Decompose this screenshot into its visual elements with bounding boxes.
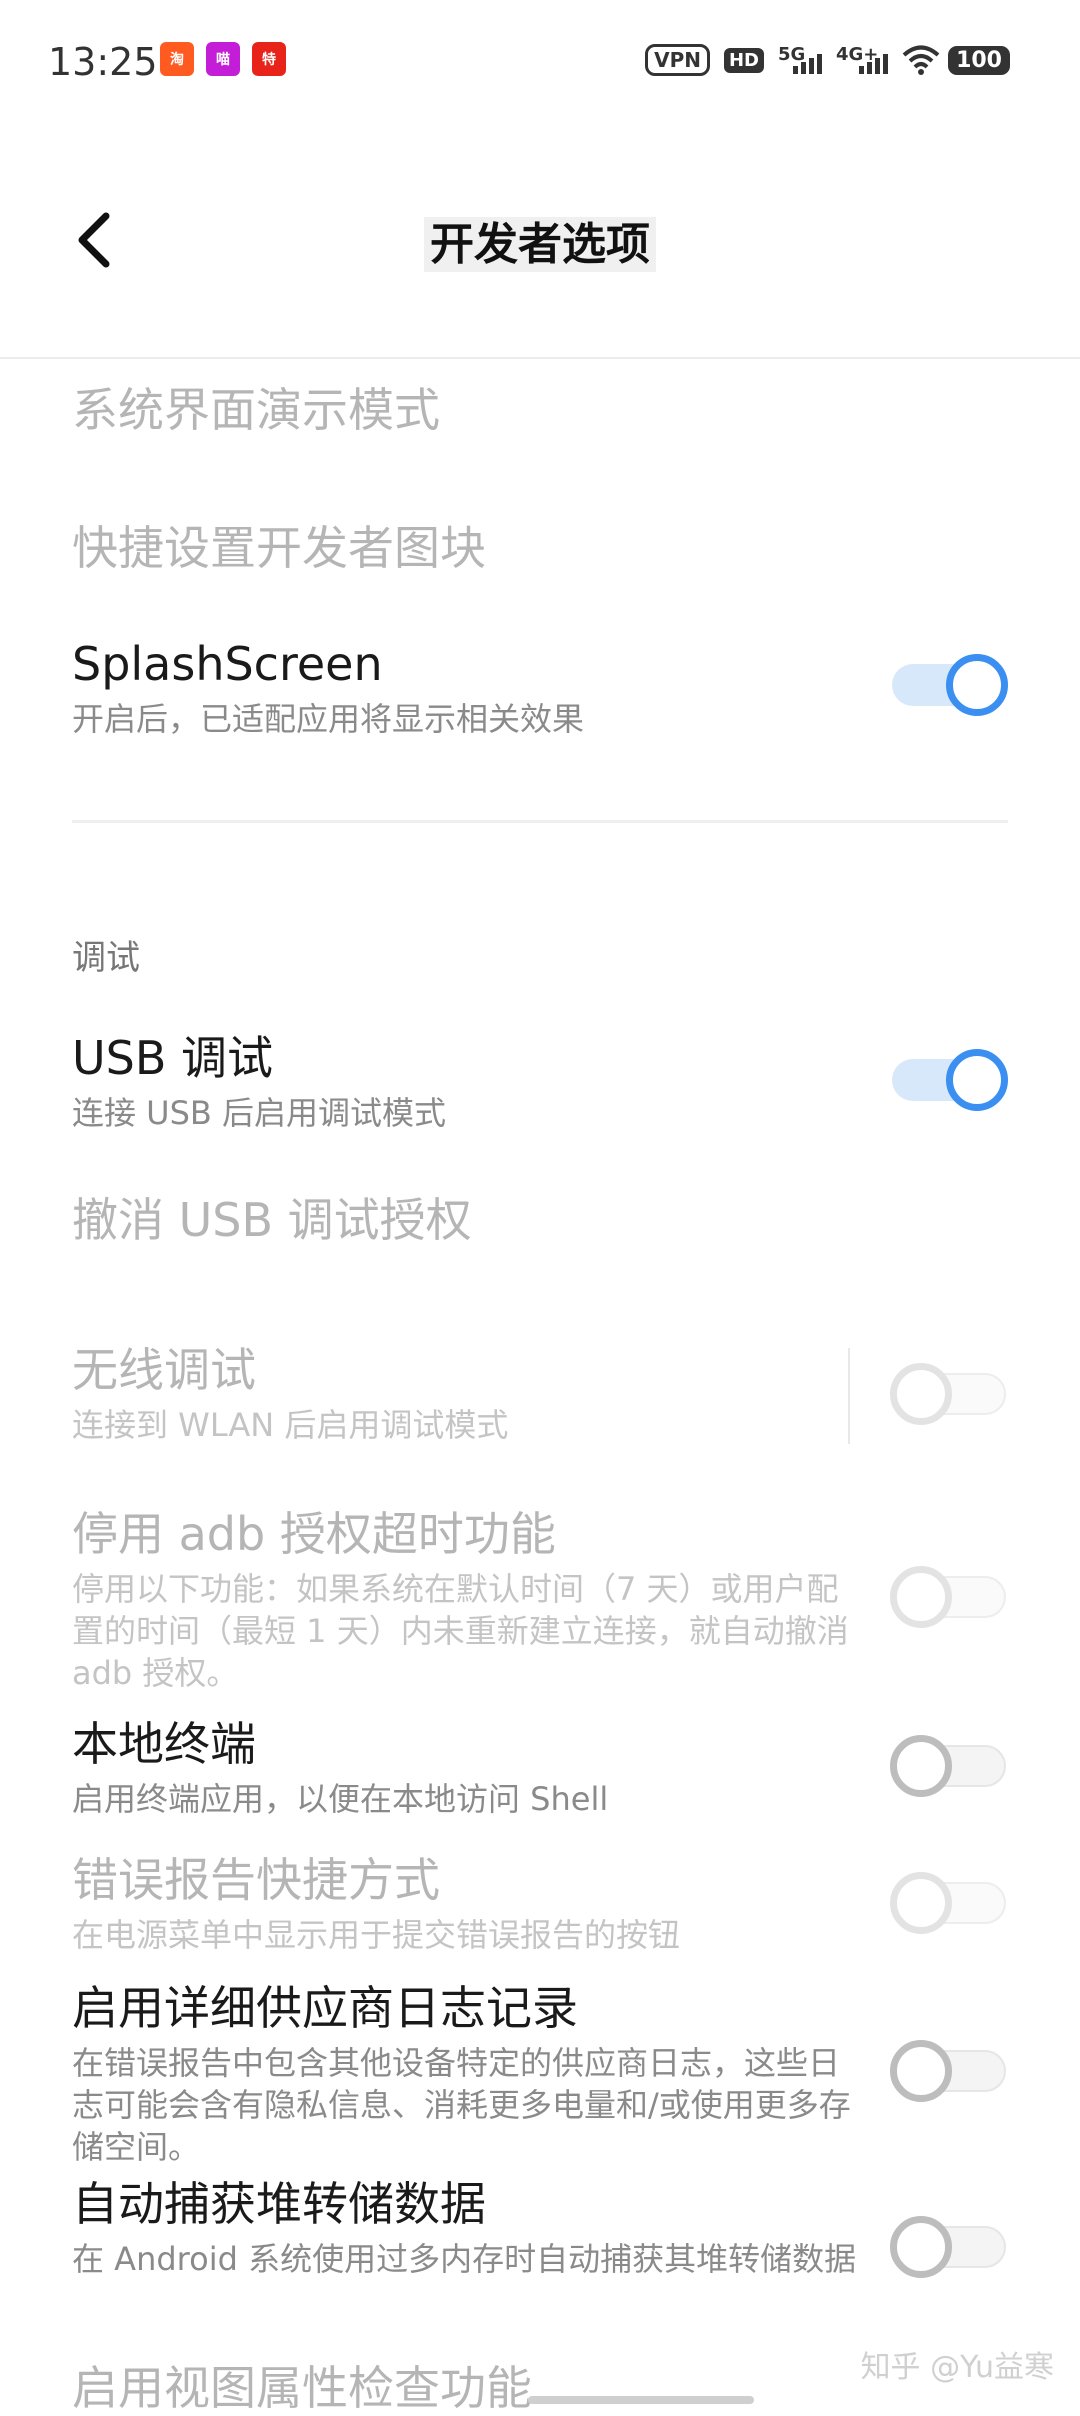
home-indicator[interactable] — [528, 2396, 754, 2404]
setting-subtitle: 在 Android 系统使用过多内存时自动捕获其堆转储数据 — [72, 2240, 857, 2278]
wireless-item-separator — [848, 1348, 850, 1444]
setting-local-terminal[interactable]: 本地终端 启用终端应用，以便在本地访问 Shell — [72, 1716, 862, 1820]
setting-subtitle: 开启后，已适配应用将显示相关效果 — [72, 700, 585, 738]
watermark: 知乎 @Yu益寒 — [860, 2350, 1054, 2385]
setting-disable-adb-timeout[interactable]: 停用 adb 授权超时功能 停用以下功能：如果系统在默认时间（7 天）或用户配置… — [72, 1506, 862, 1694]
usb-debugging-toggle[interactable] — [890, 1049, 1008, 1111]
setting-demo-mode[interactable]: 系统界面演示模式 — [72, 382, 1008, 438]
setting-bug-report-shortcut[interactable]: 错误报告快捷方式 在电源菜单中显示用于提交错误报告的按钮 — [72, 1852, 862, 1956]
setting-title: 错误报告快捷方式 — [72, 1853, 440, 1907]
notification-icons: 淘 喵 特 — [160, 42, 286, 76]
setting-subtitle: 在错误报告中包含其他设备特定的供应商日志，这些日志可能会含有隐私信息、消耗更多电… — [72, 2044, 851, 2166]
bug-report-shortcut-toggle[interactable] — [890, 1872, 1008, 1934]
setting-title: USB 调试 — [72, 1031, 274, 1085]
setting-subtitle: 启用终端应用，以便在本地访问 Shell — [72, 1780, 609, 1818]
setting-wireless-debugging[interactable]: 无线调试 连接到 WLAN 后启用调试模式 — [72, 1342, 852, 1446]
setting-splashscreen[interactable]: SplashScreen 开启后，已适配应用将显示相关效果 — [72, 636, 1008, 740]
section-header-debug: 调试 — [72, 938, 140, 978]
vpn-icon: VPN — [645, 44, 710, 76]
setting-subtitle: 连接 USB 后启用调试模式 — [72, 1094, 447, 1132]
tmall-app-icon: 喵 — [206, 42, 240, 76]
wifi-icon — [902, 45, 940, 75]
setting-subtitle: 连接到 WLAN 后启用调试模式 — [72, 1406, 509, 1444]
battery-icon: 100 — [948, 46, 1010, 75]
app-header: 开发者选项 — [0, 128, 1080, 358]
status-bar: 13:25 淘 喵 特 VPN HD 5G 4G+ 100 — [0, 0, 1080, 128]
setting-revoke-usb-auth[interactable]: 撤消 USB 调试授权 — [72, 1192, 1008, 1248]
status-indicators: VPN HD 5G 4G+ — [645, 44, 940, 76]
disable-adb-timeout-toggle[interactable] — [890, 1566, 1008, 1628]
auto-heap-dump-toggle[interactable] — [890, 2216, 1008, 2278]
setting-title: 快捷设置开发者图块 — [72, 521, 486, 575]
signal-4g-icon: 4G+ — [836, 44, 888, 76]
local-terminal-toggle[interactable] — [890, 1735, 1008, 1797]
setting-title: 停用 adb 授权超时功能 — [72, 1507, 556, 1561]
setting-subtitle: 停用以下功能：如果系统在默认时间（7 天）或用户配置的时间（最短 1 天）内未重… — [72, 1570, 849, 1692]
setting-title: 系统界面演示模式 — [72, 383, 440, 437]
signal-5g-icon: 5G — [778, 44, 822, 76]
deal-app-icon: 特 — [252, 42, 286, 76]
setting-subtitle: 在电源菜单中显示用于提交错误报告的按钮 — [72, 1916, 681, 1954]
verbose-vendor-logging-toggle[interactable] — [890, 2040, 1008, 2102]
wireless-debugging-toggle[interactable] — [890, 1363, 1008, 1425]
status-time: 13:25 — [48, 40, 158, 84]
page-title: 开发者选项 — [0, 208, 1080, 272]
splashscreen-toggle[interactable] — [890, 654, 1008, 716]
taobao-app-icon: 淘 — [160, 42, 194, 76]
setting-title: 启用详细供应商日志记录 — [72, 1981, 578, 2035]
setting-quick-settings-tiles[interactable]: 快捷设置开发者图块 — [72, 520, 1008, 576]
setting-title: 自动捕获堆转储数据 — [72, 2177, 486, 2231]
section-divider — [72, 820, 1008, 823]
header-divider — [0, 357, 1080, 359]
setting-title: SplashScreen — [72, 637, 383, 691]
setting-title: 撤消 USB 调试授权 — [72, 1193, 472, 1247]
setting-usb-debugging[interactable]: USB 调试 连接 USB 后启用调试模式 — [72, 1030, 1008, 1134]
setting-verbose-vendor-logging[interactable]: 启用详细供应商日志记录 在错误报告中包含其他设备特定的供应商日志，这些日志可能会… — [72, 1980, 862, 2168]
setting-title: 无线调试 — [72, 1343, 256, 1397]
setting-auto-heap-dump[interactable]: 自动捕获堆转储数据 在 Android 系统使用过多内存时自动捕获其堆转储数据 — [72, 2176, 862, 2280]
setting-title: 本地终端 — [72, 1717, 256, 1771]
hd-voice-icon: HD — [723, 47, 764, 73]
